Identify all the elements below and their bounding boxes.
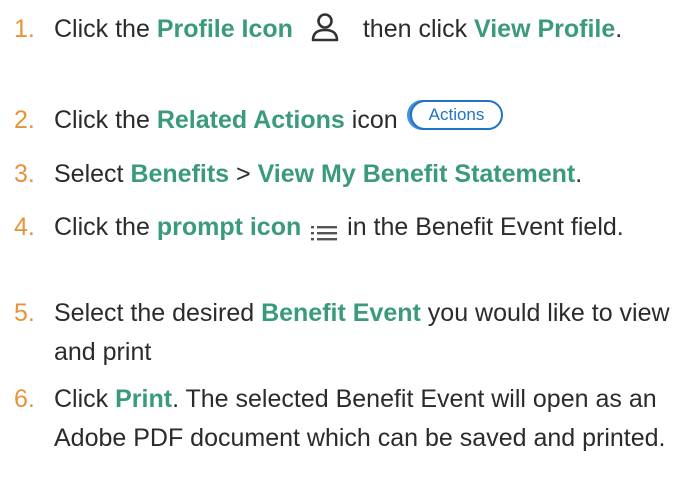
step-text: .	[575, 160, 583, 188]
step-text: then click	[355, 15, 475, 43]
actions-button[interactable]: Actions	[409, 100, 504, 131]
step-text: in the Benefit Event field.	[347, 213, 624, 241]
step-2: 2. Click the Related Actions icon Actions	[0, 100, 670, 140]
keyword-prompt-icon: prompt icon	[156, 213, 302, 241]
list-prompt-icon	[310, 216, 338, 241]
keyword-view-profile: View Profile	[474, 15, 616, 43]
keyword-benefit-event: Benefit Event	[261, 299, 421, 327]
person-outline-icon	[308, 12, 342, 42]
keyword-profile-icon: Profile Icon	[156, 15, 293, 43]
step-3: 3. Select Benefits > View My Benefit Sta…	[0, 155, 670, 194]
step-number: 1.	[14, 15, 35, 43]
step-text: Select the desired	[54, 299, 262, 327]
step-text: >	[229, 160, 258, 188]
step-5: 5. Select the desired Benefit Event you …	[0, 294, 670, 372]
step-4: 4. Click the prompt icon in the Benefit …	[0, 208, 670, 247]
step-number: 6.	[14, 385, 35, 413]
keyword-benefits: Benefits	[130, 160, 230, 188]
instruction-steps: 1. Click the Profile Icon then click Vie…	[0, 0, 690, 504]
step-number: 3.	[14, 160, 35, 188]
keyword-related-actions: Related Actions	[156, 106, 345, 134]
step-number: 2.	[14, 106, 35, 134]
step-6: 6. Click Print. The selected Benefit Eve…	[0, 380, 670, 458]
keyword-view-my-benefit-statement: View My Benefit Statement	[257, 160, 576, 188]
step-number: 4.	[14, 213, 35, 241]
step-text: .	[615, 15, 623, 43]
step-text: Click the	[54, 213, 157, 241]
step-text: Click the	[54, 106, 157, 134]
step-text: Click the	[54, 15, 157, 43]
step-number: 5.	[14, 299, 35, 327]
step-text: Select	[54, 160, 131, 188]
keyword-print: Print	[115, 385, 173, 413]
step-1: 1. Click the Profile Icon then click Vie…	[0, 10, 670, 49]
step-text: Click	[54, 385, 116, 413]
step-text: icon	[344, 106, 398, 134]
